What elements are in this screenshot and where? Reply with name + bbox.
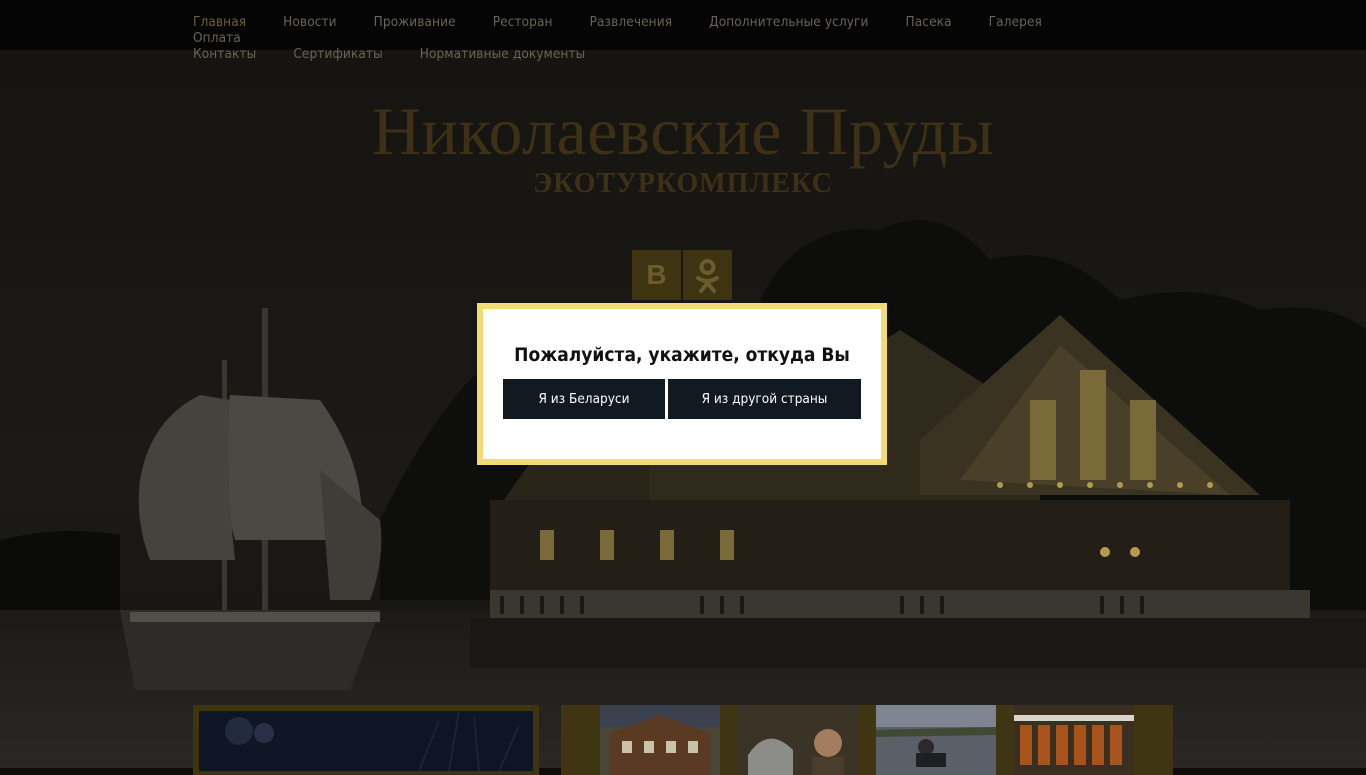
from-belarus-button[interactable]: Я из Беларуси [503,379,665,419]
country-select-dialog: Пожалуйста, укажите, откуда Вы Я из Бела… [477,303,887,465]
nav-item-entertainment[interactable]: Развлечения [590,14,673,30]
nav-item-news[interactable]: Новости [283,14,337,30]
nav-item-restaurant[interactable]: Ресторан [493,14,553,30]
dialog-title: Пожалуйста, укажите, откуда Вы [514,344,850,366]
nav-item-home[interactable]: Главная [193,14,246,30]
nav-item-gallery[interactable]: Галерея [989,14,1042,30]
nav-item-payment[interactable]: Оплата [193,30,241,46]
nav-item-apiary[interactable]: Пасека [906,14,952,30]
nav-item-extra-services[interactable]: Дополнительные услуги [709,14,868,30]
top-navigation: Главная Новости Проживание Ресторан Разв… [0,0,1366,62]
nav-item-accommodation[interactable]: Проживание [374,14,456,30]
from-other-country-button[interactable]: Я из другой страны [668,379,861,419]
